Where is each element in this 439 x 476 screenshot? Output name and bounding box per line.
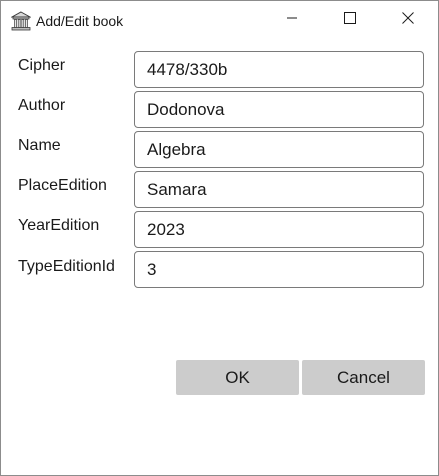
maximize-button[interactable] [327,1,373,39]
author-label: Author [18,97,66,114]
minimize-button[interactable] [269,1,315,39]
maximize-icon [344,11,356,29]
type-edition-id-field[interactable] [134,251,424,288]
place-edition-field[interactable] [134,171,424,208]
cancel-button[interactable]: Cancel [302,360,425,395]
add-edit-book-window: Add/Edit book Cipher Author Name [0,0,439,476]
type-edition-id-label: TypeEditionId [18,258,115,275]
cipher-field[interactable] [134,51,424,88]
title-bar[interactable]: Add/Edit book [1,1,438,39]
name-field[interactable] [134,131,424,168]
place-edition-label: PlaceEdition [18,177,107,194]
minimize-icon [286,11,298,29]
name-label: Name [18,137,61,154]
cipher-label: Cipher [18,57,66,74]
close-icon [402,11,414,29]
year-edition-label: YearEdition [18,217,100,234]
author-field[interactable] [134,91,424,128]
close-button[interactable] [385,1,431,39]
library-building-icon [10,11,32,31]
window-title: Add/Edit book [36,13,124,29]
year-edition-field[interactable] [134,211,424,248]
ok-button[interactable]: OK [176,360,299,395]
